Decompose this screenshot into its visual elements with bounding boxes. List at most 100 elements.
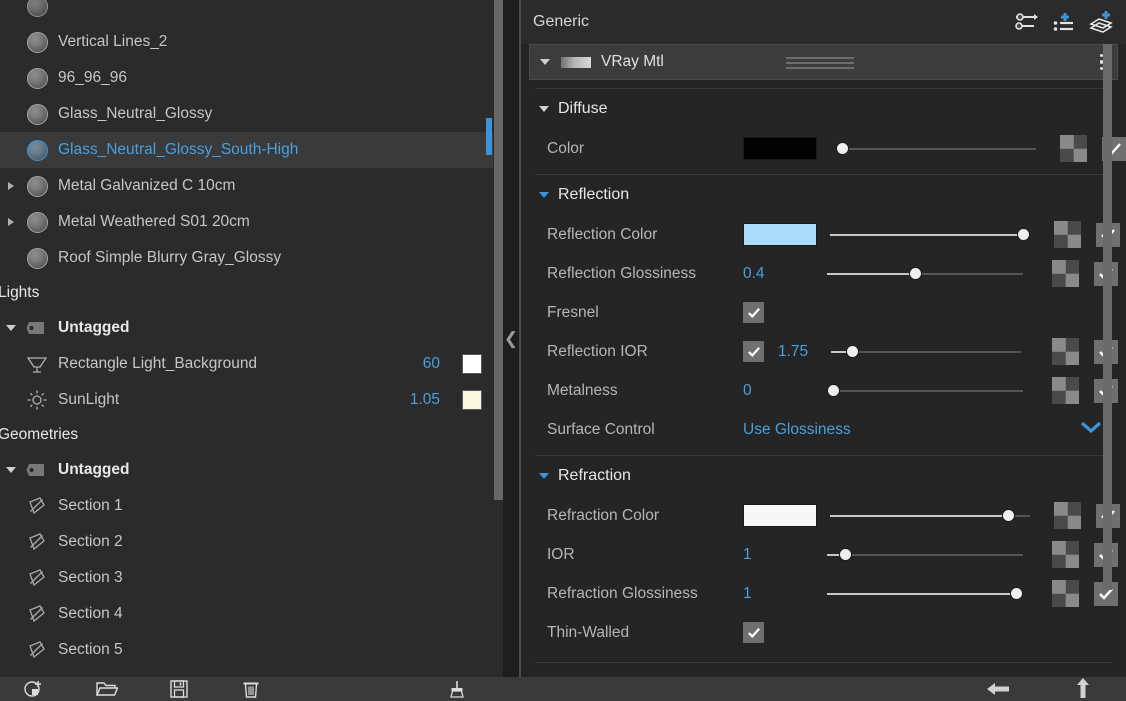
texture-slot-button[interactable] [1052, 338, 1079, 365]
reflection-ior-checkbox[interactable] [743, 341, 764, 362]
back-button[interactable] [980, 681, 1018, 697]
collapse-arrow-icon[interactable] [0, 325, 22, 331]
value-slider[interactable] [827, 547, 1023, 562]
tag-group-lights-untagged[interactable]: Untagged [0, 310, 494, 346]
collapse-arrow-icon[interactable] [540, 59, 550, 65]
purge-button[interactable] [438, 680, 476, 698]
value-slider[interactable] [836, 141, 1036, 156]
material-node-row[interactable]: VRay Mtl [529, 44, 1118, 80]
list-item-geometry-3[interactable]: Section 4 [0, 596, 494, 632]
texture-slot-button[interactable] [1060, 135, 1087, 162]
list-item[interactable] [0, 0, 494, 24]
property-value[interactable]: 0 [743, 382, 815, 400]
color-swatch[interactable] [743, 137, 817, 160]
add-material-stack-button[interactable] [1088, 8, 1116, 36]
scene-outliner-panel: Vertical Lines_2 96_96_96 Glass_Neutral_… [0, 0, 494, 677]
property-label: Reflection Glossiness [547, 264, 697, 282]
add-material-button[interactable] [14, 680, 52, 698]
add-list-icon [1053, 13, 1073, 31]
texture-slot-button[interactable] [1054, 502, 1081, 529]
list-item-material-3-selected[interactable]: Glass_Neutral_Glossy_South-High [0, 132, 494, 168]
property-value[interactable]: 1 [743, 546, 815, 564]
property-row-surface-control[interactable]: Surface Control Use Glossiness [529, 410, 1118, 449]
tag-icon [22, 321, 52, 335]
list-item-label: Vertical Lines_2 [58, 33, 168, 50]
list-item-label: Section 2 [58, 533, 123, 550]
list-item-label: Section 5 [58, 641, 123, 658]
list-item-geometry-0[interactable]: Section 1 [0, 488, 494, 524]
value-slider[interactable] [827, 383, 1023, 398]
collapse-arrow-icon[interactable] [0, 467, 22, 473]
color-swatch[interactable] [743, 223, 817, 246]
list-item-geometry-2[interactable]: Section 3 [0, 560, 494, 596]
list-item-light-1[interactable]: SunLight 1.05 [0, 382, 494, 418]
save-scene-button[interactable] [160, 680, 198, 698]
group-header-reflection[interactable]: Reflection [529, 175, 1118, 215]
material-sphere-icon [22, 31, 52, 53]
collapse-arrow-icon[interactable] [539, 192, 549, 198]
property-value[interactable]: 0.4 [743, 265, 815, 283]
light-color-swatch[interactable] [462, 390, 482, 410]
outliner-scrollbar-thumb[interactable] [494, 0, 503, 500]
list-item-geometry-5[interactable]: Section 6 [0, 668, 494, 677]
texture-slot-button[interactable] [1052, 260, 1079, 287]
fresnel-checkbox[interactable] [743, 302, 764, 323]
thin-walled-checkbox[interactable] [743, 622, 764, 643]
value-slider[interactable] [830, 508, 1030, 523]
chevron-down-icon[interactable] [1078, 419, 1104, 440]
open-scene-button[interactable] [88, 680, 126, 698]
list-item-label: Section 3 [58, 569, 123, 586]
list-item-material-0[interactable]: Vertical Lines_2 [0, 24, 494, 60]
list-item-label: Section 4 [58, 605, 123, 622]
tag-group-label: Untagged [58, 319, 130, 336]
value-slider[interactable] [827, 586, 1023, 601]
value-slider[interactable] [827, 266, 1023, 281]
collapse-arrow-icon[interactable] [539, 106, 549, 112]
material-sphere-icon [22, 247, 52, 269]
list-item-label: Roof Simple Blurry Gray_Glossy [58, 249, 282, 266]
list-item-light-0[interactable]: Rectangle Light_Background 60 [0, 346, 494, 382]
light-intensity-value[interactable]: 1.05 [410, 391, 440, 409]
collapse-arrow-icon[interactable] [539, 473, 549, 479]
apply-up-button[interactable] [1064, 678, 1102, 700]
dropdown-value[interactable]: Use Glossiness [743, 421, 851, 439]
group-header-diffuse[interactable]: Diffuse [529, 89, 1118, 129]
material-properties: Diffuse Color Reflection Reflection Colo… [521, 80, 1126, 677]
property-value[interactable]: 1.75 [778, 343, 813, 361]
expand-arrow-icon[interactable] [0, 218, 22, 226]
properties-scrollbar-thumb[interactable] [1103, 44, 1112, 590]
color-swatch[interactable] [743, 504, 817, 527]
sliders-icon [1015, 13, 1038, 30]
light-color-swatch[interactable] [462, 354, 482, 374]
texture-slot-button[interactable] [1052, 580, 1079, 607]
list-item-material-6[interactable]: Roof Simple Blurry Gray_Glossy [0, 240, 494, 276]
texture-slot-button[interactable] [1052, 541, 1079, 568]
light-intensity-value[interactable]: 60 [423, 355, 440, 373]
list-item-material-2[interactable]: Glass_Neutral_Glossy [0, 96, 494, 132]
list-item-material-4[interactable]: Metal Galvanized C 10cm [0, 168, 494, 204]
tag-group-geometries-untagged[interactable]: Untagged [0, 452, 494, 488]
list-item-geometry-4[interactable]: Section 5 [0, 632, 494, 668]
property-row-reflection-color: Reflection Color [529, 215, 1120, 254]
texture-slot-button[interactable] [1052, 377, 1079, 404]
list-item-material-1[interactable]: 96_96_96 [0, 60, 494, 96]
list-item-label: 96_96_96 [58, 69, 127, 86]
save-floppy-icon [170, 680, 188, 698]
list-item-geometry-1[interactable]: Section 2 [0, 524, 494, 560]
value-slider[interactable] [830, 227, 1030, 242]
delete-button[interactable] [232, 680, 270, 698]
add-layer-button[interactable] [1050, 8, 1078, 36]
value-slider[interactable] [831, 344, 1021, 359]
property-label: Reflection IOR [547, 342, 648, 360]
material-preview-swatch[interactable] [561, 56, 591, 68]
arrow-left-icon [987, 683, 1009, 695]
group-header-refraction[interactable]: Refraction [529, 456, 1118, 496]
panel-collapse-handle[interactable]: ❮ [503, 0, 519, 677]
parameters-button[interactable] [1012, 8, 1040, 36]
expand-arrow-icon[interactable] [0, 182, 22, 190]
material-sphere-icon [22, 67, 52, 89]
list-item-material-5[interactable]: Metal Weathered S01 20cm [0, 204, 494, 240]
page-title: Generic [533, 13, 590, 30]
texture-slot-button[interactable] [1054, 221, 1081, 248]
property-value[interactable]: 1 [743, 585, 815, 603]
